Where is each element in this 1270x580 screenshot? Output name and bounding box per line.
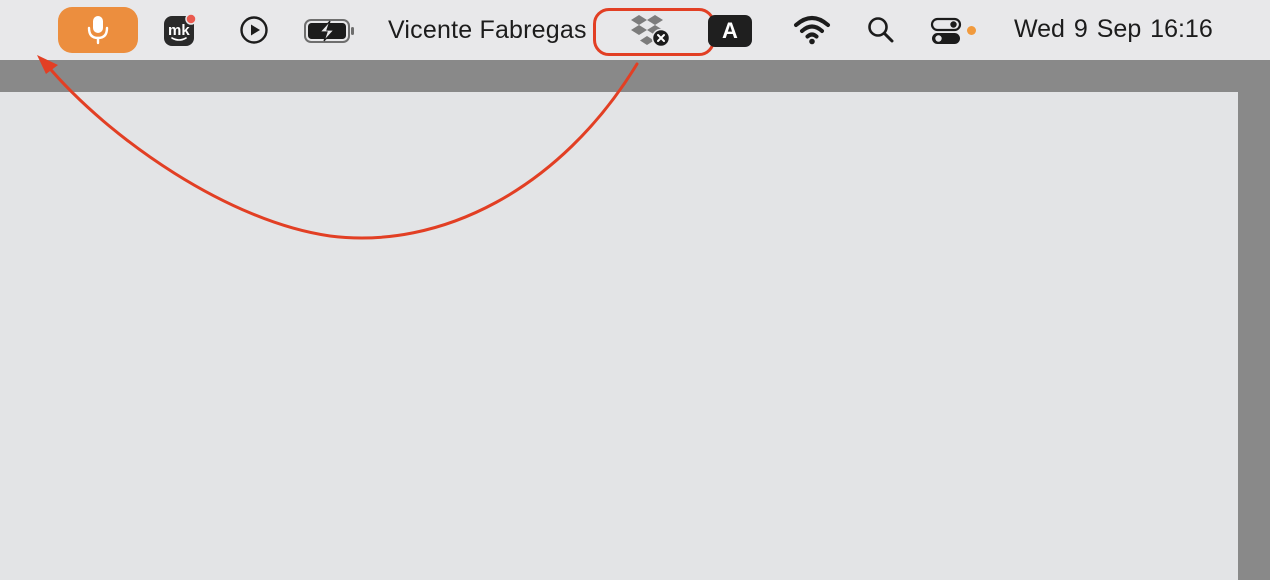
- microphone-icon: [87, 16, 109, 45]
- spotlight-search-button[interactable]: [866, 15, 896, 45]
- window-content-area: [0, 92, 1238, 580]
- play-button[interactable]: [238, 14, 270, 46]
- battery-charging-icon: [304, 19, 354, 43]
- control-center-button[interactable]: [929, 14, 963, 48]
- control-center-icon: [930, 17, 962, 44]
- menu-bar: mk Vicente Fabregas A Wed 9 Sep 16:16: [0, 0, 1270, 60]
- wifi-button[interactable]: [793, 12, 831, 48]
- microphone-button[interactable]: [58, 7, 138, 53]
- user-name-menu[interactable]: Vicente Fabregas: [388, 16, 587, 45]
- menu-bar-clock[interactable]: Wed 9 Sep 16:16: [1014, 15, 1213, 44]
- dropbox-highlight-annotation: [593, 8, 715, 56]
- search-icon: [868, 17, 894, 43]
- svg-text:mk: mk: [168, 22, 190, 39]
- mk-app-icon: mk: [164, 13, 197, 46]
- input-source-icon: A: [722, 18, 738, 43]
- mk-app-button[interactable]: mk: [163, 13, 197, 47]
- dimmed-overlay-top: [0, 60, 1270, 92]
- control-center-indicator-dot: [967, 26, 976, 35]
- play-icon: [240, 16, 268, 44]
- dimmed-overlay-right: [1238, 60, 1270, 580]
- battery-status[interactable]: [303, 17, 357, 45]
- input-source-button[interactable]: A: [708, 15, 752, 47]
- wifi-icon: [794, 16, 830, 45]
